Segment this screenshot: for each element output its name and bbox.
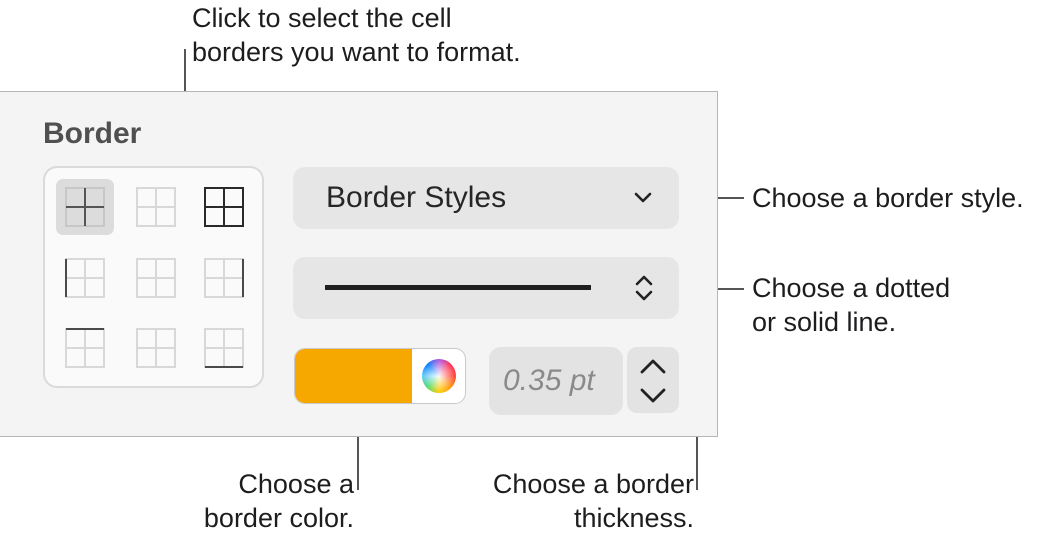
right-border-button[interactable] — [195, 250, 253, 306]
callout-select-borders: Click to select the cell borders you wan… — [192, 1, 521, 69]
bottom-border-icon — [204, 328, 244, 368]
no-borders-button[interactable] — [127, 179, 185, 235]
thickness-input[interactable] — [503, 361, 617, 401]
chevron-up-icon[interactable] — [637, 355, 669, 377]
top-border-button[interactable] — [56, 320, 114, 376]
left-border-icon — [65, 258, 105, 298]
inner-horizontal-icon — [136, 328, 176, 368]
border-color-well[interactable] — [294, 348, 466, 404]
chevron-down-icon[interactable] — [637, 385, 669, 407]
chevron-down-icon — [634, 192, 652, 203]
color-swatch[interactable] — [295, 349, 412, 403]
all-borders-button[interactable] — [195, 179, 253, 235]
callout-thickness: Choose a border thickness. — [470, 467, 694, 535]
border-selector-grid — [43, 166, 264, 388]
inner-horizontal-button[interactable] — [127, 320, 185, 376]
callout-color-1: Choose a — [238, 469, 354, 499]
all-borders-icon — [204, 187, 244, 227]
thickness-field-container — [489, 347, 623, 415]
bottom-border-button[interactable] — [195, 320, 253, 376]
panel-title: Border — [43, 117, 142, 150]
callout-dotted-line-2: or solid line. — [752, 307, 897, 337]
left-border-button[interactable] — [56, 250, 114, 306]
callout-select-borders-line1: Click to select the cell — [192, 3, 452, 33]
inner-vertical-button[interactable] — [127, 250, 185, 306]
callout-thickness-2: thickness. — [573, 503, 694, 533]
border-styles-dropdown[interactable]: Border Styles — [293, 167, 679, 229]
top-border-icon — [65, 328, 105, 368]
solid-line-sample — [325, 285, 591, 290]
line-style-popup[interactable] — [293, 257, 679, 319]
no-borders-icon — [136, 187, 176, 227]
inner-vertical-icon — [136, 258, 176, 298]
callout-border-style: Choose a border style. — [752, 183, 1024, 213]
callout-select-borders-line2: borders you want to format. — [192, 37, 521, 67]
callout-dotted-line: Choose a dotted or solid line. — [752, 271, 950, 339]
inside-borders-icon — [65, 187, 105, 227]
thickness-stepper[interactable] — [627, 347, 679, 413]
up-down-chevron-icon — [635, 275, 653, 301]
callout-thickness-1: Choose a border — [492, 469, 694, 499]
right-border-icon — [204, 258, 244, 298]
color-wheel-icon[interactable] — [422, 359, 456, 393]
inside-borders-button[interactable] — [56, 179, 114, 235]
callout-dotted-line-1: Choose a dotted — [752, 273, 951, 303]
border-styles-label: Border Styles — [326, 181, 507, 214]
callout-color-2: border color. — [203, 503, 354, 533]
callout-border-color: Choose a border color. — [186, 467, 354, 535]
